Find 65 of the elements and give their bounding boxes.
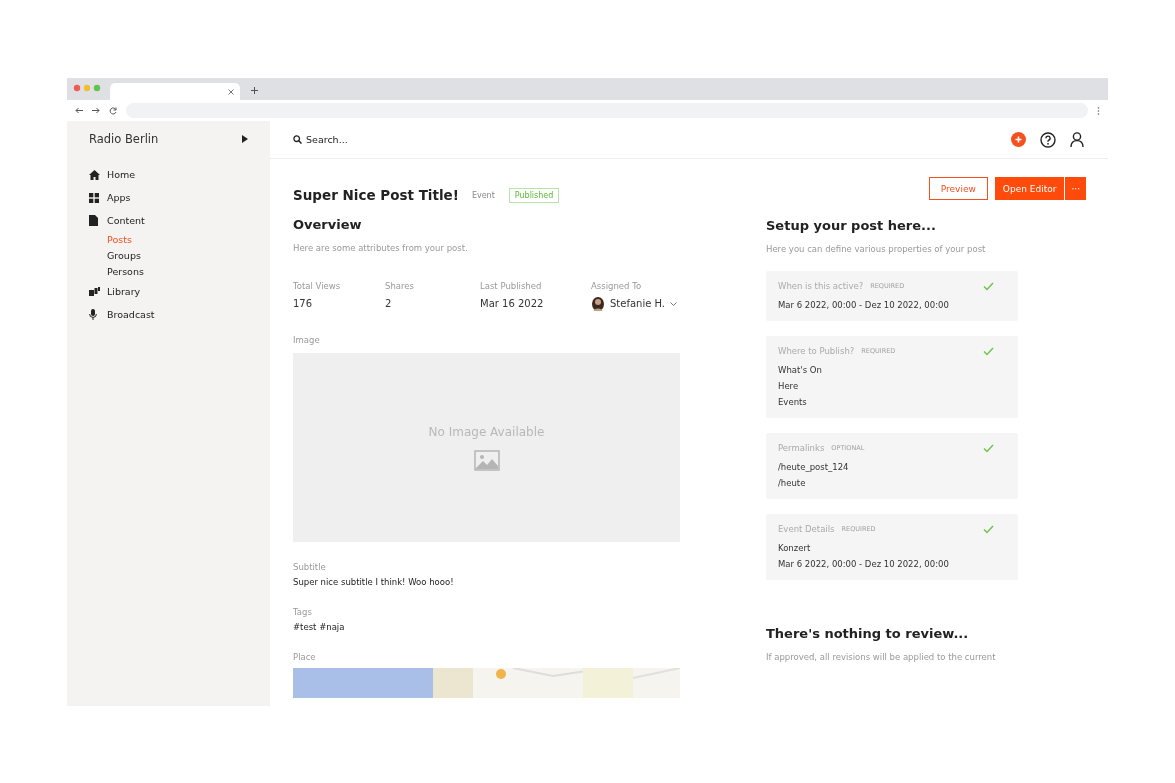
- stat-value: 176: [293, 298, 314, 309]
- post-type: Event: [471, 190, 495, 200]
- field-value: #test #naja: [293, 622, 345, 632]
- card-value: Mar 6 2022, 00:00 - Dez 10 2022, 00:00: [778, 299, 949, 312]
- nav-item[interactable]: Apps: [89, 186, 131, 209]
- stat-label: Assigned To: [591, 281, 642, 291]
- close-icon[interactable]: [228, 88, 234, 95]
- nav-subitem[interactable]: Persons: [107, 262, 144, 280]
- help-icon[interactable]: [1040, 131, 1056, 148]
- card-title: Permalinks: [778, 443, 825, 453]
- card-title: When is this active?: [778, 281, 864, 291]
- stat-value: 2: [385, 298, 393, 309]
- card-value: Here: [778, 380, 799, 393]
- field-label: Tags: [293, 607, 312, 617]
- avatar-icon: [591, 296, 605, 311]
- nav-item[interactable]: Broadcast: [89, 303, 155, 326]
- search-icon: [293, 135, 302, 144]
- search-field[interactable]: Search...: [306, 134, 426, 145]
- image-icon: [473, 449, 500, 471]
- field-label: Image: [293, 335, 320, 345]
- card-title: Where to Publish?: [778, 346, 855, 356]
- play-icon[interactable]: [242, 135, 248, 143]
- card-value: Mar 6 2022, 00:00 - Dez 10 2022, 00:00: [778, 558, 949, 571]
- section-heading: Overview: [293, 217, 363, 232]
- add-icon[interactable]: [1011, 132, 1026, 147]
- card-value: Konzert: [778, 542, 811, 555]
- post-title: Super Nice Post Title!: [293, 187, 459, 203]
- window-controls-icon[interactable]: [73, 84, 103, 92]
- nav-item[interactable]: Library: [89, 280, 141, 303]
- card-title: Event Details: [778, 524, 835, 534]
- card-value: Events: [778, 396, 807, 409]
- nav-subitem[interactable]: Groups: [107, 246, 141, 264]
- stat-label: Last Published: [480, 281, 542, 291]
- section-description: Here you can define various properties of your post: [766, 244, 987, 254]
- stat-value: Mar 16 2022: [480, 298, 545, 309]
- microphone-icon: [89, 309, 97, 320]
- nav-item[interactable]: Content: [89, 209, 145, 232]
- forward-icon[interactable]: [92, 107, 100, 114]
- card-value: /heute_post_124: [778, 461, 849, 474]
- card-value: What's On: [778, 364, 822, 377]
- nav-item[interactable]: Home: [89, 163, 136, 186]
- house-icon: [89, 169, 100, 180]
- field-label: Place: [293, 652, 316, 662]
- assignee-select[interactable]: Stefanie H.: [591, 296, 678, 311]
- section-description: Here are some attributes from your post.: [293, 243, 469, 253]
- field-label: Subtitle: [293, 562, 326, 572]
- kebab-menu-icon[interactable]: [1097, 106, 1100, 115]
- card-value: /heute: [778, 477, 806, 490]
- user-icon[interactable]: [1070, 132, 1084, 147]
- section-description: If approved, all revisions will be applied to the current: [766, 652, 997, 662]
- field-value: Super nice subtitle I think! Woo hooo!: [293, 577, 454, 587]
- preview-button[interactable]: Preview: [928, 177, 988, 200]
- grid-icon: [89, 192, 99, 203]
- stat-label: Shares: [385, 281, 414, 291]
- chevron-down-icon: [670, 301, 678, 306]
- document-icon: [89, 215, 98, 226]
- reload-icon[interactable]: [109, 106, 117, 115]
- books-icon: [89, 287, 100, 296]
- stat-label: Total Views: [293, 281, 341, 291]
- plus-icon[interactable]: [251, 87, 258, 94]
- status-badge: Published: [508, 187, 560, 203]
- back-icon[interactable]: [75, 107, 83, 114]
- section-heading: Setup your post here...: [766, 218, 937, 233]
- section-heading: There's nothing to review...: [766, 626, 970, 641]
- app-title: Radio Berlin: [89, 132, 159, 146]
